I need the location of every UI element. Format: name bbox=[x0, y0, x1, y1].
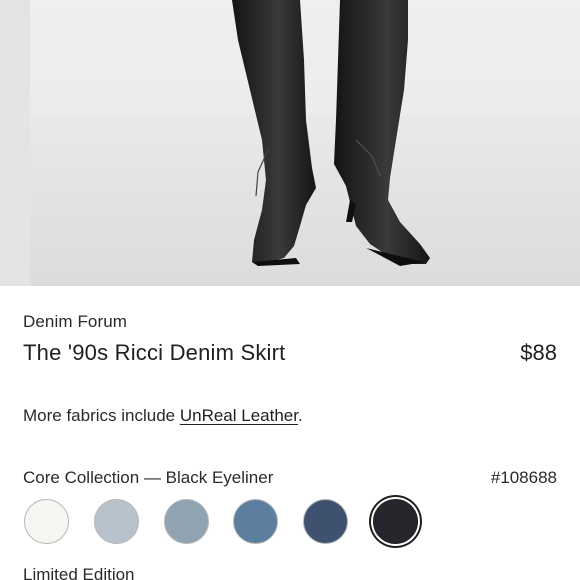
fabrics-prefix: More fabrics include bbox=[23, 406, 180, 425]
fabrics-note: More fabrics include UnReal Leather. bbox=[23, 406, 303, 426]
product-title: The '90s Ricci Denim Skirt bbox=[23, 340, 286, 365]
product-image[interactable] bbox=[0, 0, 580, 286]
swatch-black-eyeliner[interactable] bbox=[373, 499, 418, 544]
swatch-light-wash[interactable] bbox=[94, 499, 139, 544]
swatch-mid-blue[interactable] bbox=[233, 499, 278, 544]
swatch-cream[interactable] bbox=[24, 499, 69, 544]
swatch-dark-navy[interactable] bbox=[303, 499, 348, 544]
collection-label: Core Collection — Black Eyeliner bbox=[23, 468, 274, 487]
product-sku: #108688 bbox=[490, 468, 557, 487]
fabrics-suffix: . bbox=[297, 406, 303, 425]
right-boot bbox=[334, 0, 430, 264]
product-price: $88 bbox=[520, 340, 557, 365]
boots-illustration bbox=[232, 0, 430, 266]
swatch-slate-blue[interactable] bbox=[164, 499, 209, 544]
left-boot bbox=[232, 0, 316, 264]
unreal-leather-link[interactable]: UnReal Leather bbox=[180, 406, 298, 425]
product-brand[interactable]: Denim Forum bbox=[23, 312, 127, 332]
limited-edition-label: Limited Edition bbox=[23, 565, 135, 580]
